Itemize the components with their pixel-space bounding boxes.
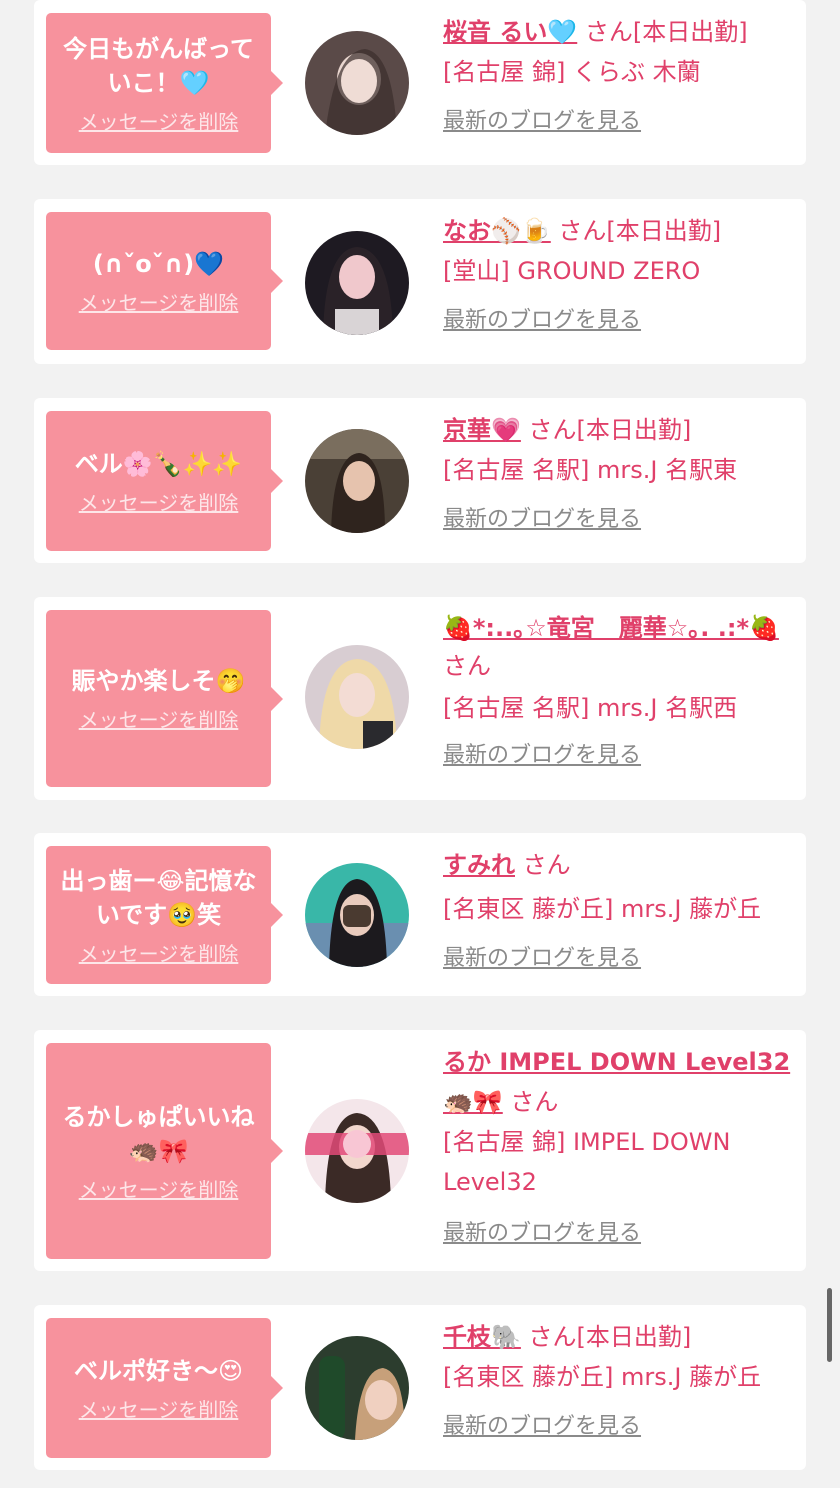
- blog-link[interactable]: 最新のブログを見る: [443, 301, 641, 341]
- delete-message-link[interactable]: メッセージを削除: [79, 487, 239, 516]
- shop-label: [名東区 藤が丘] mrs.J 藤が丘: [443, 895, 762, 923]
- blog-link[interactable]: 最新のブログを見る: [443, 939, 641, 979]
- message-bubble: 今日もがんばっていこ！🩵 メッセージを削除: [46, 13, 283, 153]
- delete-message-link[interactable]: メッセージを削除: [79, 1174, 239, 1203]
- cast-name-link[interactable]: なお⚾🍺: [443, 217, 551, 245]
- cast-name-link[interactable]: 🍓*:..｡☆竜宮 麗華☆｡. .:*🍓: [443, 614, 779, 642]
- cast-info: すみれ さん [名東区 藤が丘] mrs.J 藤が丘 最新のブログを見る: [443, 845, 798, 979]
- shop-label: [名東区 藤が丘] mrs.J 藤が丘: [443, 1363, 762, 1391]
- avatar[interactable]: [305, 645, 409, 749]
- avatar[interactable]: [305, 231, 409, 335]
- message-bubble: ベル🌸🍾✨✨ メッセージを削除: [46, 411, 283, 551]
- blog-link[interactable]: 最新のブログを見る: [443, 737, 641, 775]
- list-item: ベルポ好き〜😍 メッセージを削除 千枝🐘 さん[本日出勤] [名東区 藤が丘] …: [34, 1305, 806, 1470]
- scrollbar[interactable]: [827, 1288, 832, 1362]
- cast-info: 🍓*:..｡☆竜宮 麗華☆｡. .:*🍓 さん [名古屋 名駅] mrs.J 名…: [443, 609, 798, 775]
- avatar[interactable]: [305, 429, 409, 533]
- cast-status: さん: [522, 851, 571, 879]
- shop-label: [名古屋 錦] くらぶ 木蘭: [443, 58, 701, 86]
- cast-status: さん[本日出勤]: [528, 1323, 692, 1351]
- blog-link[interactable]: 最新のブログを見る: [443, 1407, 641, 1447]
- cast-name-link[interactable]: 桜音 るい🩵: [443, 18, 577, 46]
- message-text: ベル🌸🍾✨✨: [74, 449, 243, 478]
- message-bubble: るかしゅぱいいね🦔🎀 メッセージを削除: [46, 1043, 283, 1259]
- shop-label: [名古屋 錦] IMPEL DOWN Level32: [443, 1128, 731, 1196]
- cast-status: さん: [510, 1088, 559, 1116]
- message-text: (∩ˇoˇ∩)💙: [92, 249, 225, 278]
- shop-label: [名古屋 名駅] mrs.J 名駅東: [443, 456, 738, 484]
- cast-status: さん: [443, 652, 491, 680]
- cast-name-link[interactable]: 京華💗: [443, 416, 521, 444]
- shop-label: [堂山] GROUND ZERO: [443, 257, 701, 285]
- blog-link[interactable]: 最新のブログを見る: [443, 102, 641, 142]
- message-bubble: 賑やか楽しそ🤭 メッセージを削除: [46, 610, 283, 787]
- message-text: 今日もがんばっていこ！🩵: [63, 34, 254, 97]
- list-item: (∩ˇoˇ∩)💙 メッセージを削除 なお⚾🍺 さん[本日出勤] [堂山] GRO…: [34, 199, 806, 364]
- cast-info: 桜音 るい🩵 さん[本日出勤] [名古屋 錦] くらぶ 木蘭 最新のブログを見る: [443, 12, 798, 142]
- message-bubble: ベルポ好き〜😍 メッセージを削除: [46, 1318, 283, 1458]
- cast-status: さん[本日出勤]: [558, 217, 722, 245]
- message-text: 出っ歯ー😂記憶ないです🥹笑: [60, 866, 257, 929]
- cast-status: さん[本日出勤]: [584, 18, 748, 46]
- message-text: ベルポ好き〜😍: [73, 1356, 244, 1385]
- avatar[interactable]: [305, 1336, 409, 1440]
- delete-message-link[interactable]: メッセージを削除: [79, 938, 239, 967]
- list-item: るかしゅぱいいね🦔🎀 メッセージを削除 るか IMPEL DOWN Level3…: [34, 1030, 806, 1271]
- list-item: ベル🌸🍾✨✨ メッセージを削除 京華💗 さん[本日出勤] [名古屋 名駅] mr…: [34, 398, 806, 563]
- cast-name-link[interactable]: すみれ: [443, 851, 515, 879]
- shop-label: [名古屋 名駅] mrs.J 名駅西: [443, 694, 738, 722]
- blog-link[interactable]: 最新のブログを見る: [443, 1214, 641, 1254]
- cast-name-link[interactable]: るか IMPEL DOWN Level32🦔🎀: [443, 1048, 790, 1116]
- list-item: 賑やか楽しそ🤭 メッセージを削除 🍓*:..｡☆竜宮 麗華☆｡. .:*🍓 さん…: [34, 597, 806, 800]
- avatar[interactable]: [305, 31, 409, 135]
- message-list: 今日もがんばっていこ！🩵 メッセージを削除 桜音 るい🩵 さん[本日出勤] [名…: [0, 0, 840, 1488]
- cast-info: なお⚾🍺 さん[本日出勤] [堂山] GROUND ZERO 最新のブログを見る: [443, 211, 798, 341]
- list-item: 出っ歯ー😂記憶ないです🥹笑 メッセージを削除 すみれ さん [名東区 藤が丘] …: [34, 833, 806, 996]
- cast-info: 京華💗 さん[本日出勤] [名古屋 名駅] mrs.J 名駅東 最新のブログを見…: [443, 410, 798, 540]
- message-bubble: (∩ˇoˇ∩)💙 メッセージを削除: [46, 212, 283, 350]
- cast-name-link[interactable]: 千枝🐘: [443, 1323, 521, 1351]
- cast-status: さん[本日出勤]: [528, 416, 692, 444]
- cast-info: るか IMPEL DOWN Level32🦔🎀 さん [名古屋 錦] IMPEL…: [443, 1042, 798, 1254]
- cast-info: 千枝🐘 さん[本日出勤] [名東区 藤が丘] mrs.J 藤が丘 最新のブログを…: [443, 1317, 798, 1447]
- avatar[interactable]: [305, 863, 409, 967]
- delete-message-link[interactable]: メッセージを削除: [79, 106, 239, 135]
- message-text: るかしゅぱいいね🦔🎀: [62, 1102, 255, 1165]
- list-item: 今日もがんばっていこ！🩵 メッセージを削除 桜音 るい🩵 さん[本日出勤] [名…: [34, 0, 806, 165]
- delete-message-link[interactable]: メッセージを削除: [79, 1394, 239, 1423]
- avatar[interactable]: [305, 1099, 409, 1203]
- message-bubble: 出っ歯ー😂記憶ないです🥹笑 メッセージを削除: [46, 846, 283, 984]
- delete-message-link[interactable]: メッセージを削除: [79, 704, 239, 733]
- message-text: 賑やか楽しそ🤭: [71, 667, 246, 695]
- blog-link[interactable]: 最新のブログを見る: [443, 500, 641, 540]
- delete-message-link[interactable]: メッセージを削除: [79, 287, 239, 316]
